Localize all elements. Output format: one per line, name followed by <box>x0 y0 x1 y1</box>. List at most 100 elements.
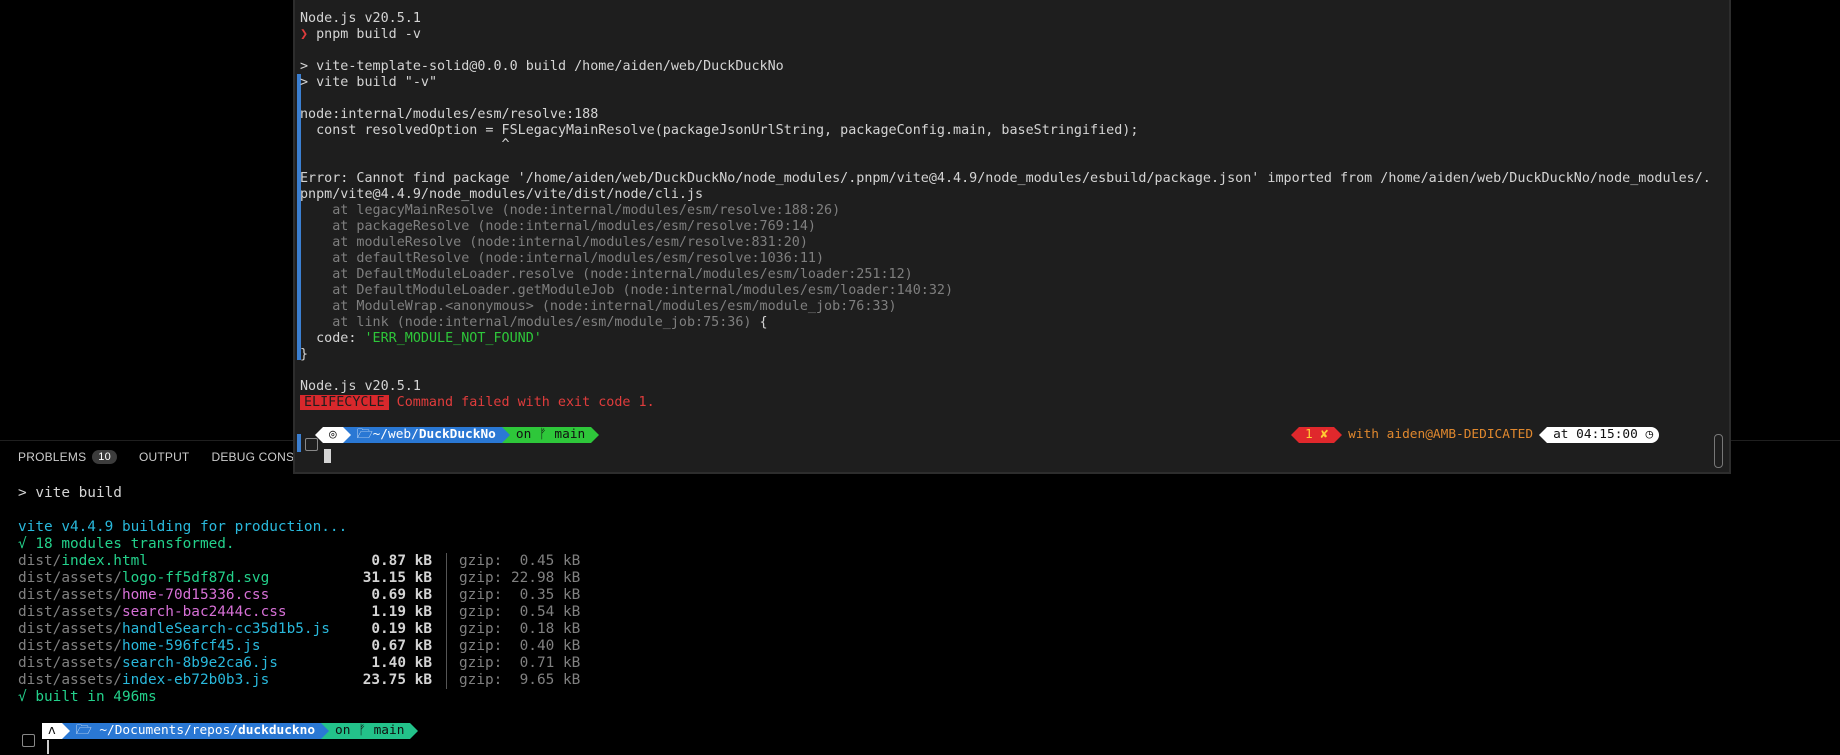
powerline-arrow <box>1539 427 1548 443</box>
code-value: 'ERR_MODULE_NOT_FOUND' <box>364 331 542 346</box>
panel-os-segment: ʌ <box>42 723 62 739</box>
file-name: search-8b9e2ca6.js <box>121 655 278 671</box>
file-path: dist/assets/handleSearch-cc35d1b5.js <box>18 621 336 638</box>
stack-frame: at moduleResolve (node:internal/modules/… <box>300 235 808 250</box>
file-gzip-size: gzip: 0.18 kB <box>459 621 581 637</box>
file-name: index-eb72b0b3.js <box>121 672 270 688</box>
user-host-text: with aiden@AMB-DEDICATED <box>1348 427 1534 442</box>
error-message-line-2: pnpm/vite@4.4.9/node_modules/vite/dist/n… <box>300 187 704 202</box>
panel-text-cursor <box>47 740 49 754</box>
exit-code: 1 <box>1305 427 1313 442</box>
git-branch-icon: ᚠ <box>358 723 366 738</box>
git-on-label: on <box>515 427 532 442</box>
stack-frame: at DefaultModuleLoader.getModuleJob (nod… <box>300 283 954 298</box>
build-file-row: dist/assets/index-eb72b0b3.js 23.75 kB gzi… <box>18 672 580 689</box>
os-icon: ◎ <box>329 427 337 442</box>
file-gzip-size: gzip: 0.35 kB <box>459 587 581 603</box>
file-size: 1.19 kB <box>371 604 432 620</box>
file-path: dist/assets/home-70d15336.css <box>18 587 336 604</box>
script-line-1: > vite-template-solid@0.0.0 build /home/… <box>300 59 784 74</box>
panel-build-line: vite v4.4.9 building for production... <box>18 519 348 535</box>
build-file-row: dist/assets/handleSearch-cc35d1b5.js 0.19… <box>18 621 580 638</box>
file-gzip-size: gzip: 22.98 kB <box>459 570 581 586</box>
file-dir: dist/assets/ <box>18 621 122 637</box>
tab-problems[interactable]: PROBLEMS 10 <box>18 450 117 464</box>
folder-icon: 🗁 <box>356 427 373 442</box>
column-divider <box>446 672 447 689</box>
stack-frame: at defaultResolve (node:internal/modules… <box>300 251 825 266</box>
prompt-chevron-icon: ❯ <box>300 27 309 42</box>
git-on-label: on <box>335 723 351 738</box>
git-branch-name: main <box>373 723 405 738</box>
powerline-arrow <box>61 723 70 739</box>
build-file-row: dist/assets/search-8b9e2ca6.js 1.40 kB gzi… <box>18 655 580 672</box>
file-size: 0.69 kB <box>371 587 432 603</box>
file-path: dist/assets/search-bac2444c.css <box>18 604 336 621</box>
panel-transformed-line: √ 18 modules transformed. <box>18 536 235 552</box>
file-name: search-bac2444c.css <box>121 604 287 620</box>
powerline-arrow <box>501 427 510 443</box>
file-name: home-70d15336.css <box>121 587 270 603</box>
build-file-row: dist/assets/home-70d15336.css 0.69 kB gzip… <box>18 587 580 604</box>
panel-path-segment: 🗁 ~/Documents/repos/duckduckno <box>69 723 322 739</box>
problems-count-badge: 10 <box>92 450 117 464</box>
os-icon: ʌ <box>48 723 56 738</box>
path-prefix: ~/Documents/repos/ <box>99 723 238 738</box>
stack-frame: at link (node:internal/modules/esm/modul… <box>300 315 768 330</box>
column-divider <box>446 638 447 655</box>
file-path: dist/assets/home-596fcf45.js <box>18 638 336 655</box>
file-dir: dist/assets/ <box>18 587 122 603</box>
file-size: 23.75 kB <box>362 672 432 688</box>
terminal-scrollbar[interactable] <box>1714 434 1723 468</box>
column-divider <box>446 553 447 570</box>
elifecycle-message: Command failed with exit code 1. <box>388 395 655 410</box>
terminal-prompt-right: 1 ✘ with aiden@AMB-DEDICATED at 04:15:00… <box>1291 427 1660 443</box>
file-size: 0.87 kB <box>371 553 432 569</box>
error-code-line: code: 'ERR_MODULE_NOT_FOUND' <box>300 331 542 347</box>
panel-command-line: > vite build <box>18 485 122 501</box>
stack-frame: at packageResolve (node:internal/modules… <box>300 219 816 234</box>
file-gzip-size: gzip: 9.65 kB <box>459 672 581 688</box>
prompt-checkbox[interactable] <box>22 734 35 747</box>
git-branch-name: main <box>554 427 586 442</box>
file-gzip-size: gzip: 0.71 kB <box>459 655 581 671</box>
time-text: at 04:15:00 <box>1553 427 1638 442</box>
node-version-line: Node.js v20.5.1 <box>300 11 421 26</box>
stack-frame: at legacyMainResolve (node:internal/modu… <box>300 203 841 218</box>
command-decoration-bar <box>297 434 301 452</box>
path-prefix: ~/web/ <box>372 427 419 442</box>
file-gzip-size: gzip: 0.45 kB <box>459 553 581 569</box>
build-file-row: dist/assets/logo-ff5df87d.svg 31.15 kB gzi… <box>18 570 580 587</box>
time-segment: at 04:15:00 ◷ <box>1547 427 1660 443</box>
panel-built-line: √ built in 496ms <box>18 689 157 705</box>
node-version-line-2: Node.js v20.5.1 <box>300 379 421 394</box>
exit-status-segment: 1 ✘ <box>1299 427 1335 443</box>
build-file-row: dist/index.html 0.87 kB gzip: 0.45 kB <box>18 553 580 570</box>
powerline-arrow <box>342 427 351 443</box>
tab-output[interactable]: OUTPUT <box>139 450 190 464</box>
close-brace-line: } <box>300 347 309 362</box>
tab-output-label: OUTPUT <box>138 450 190 464</box>
path-segment: 🗁 ~/web/DuckDuckNo <box>350 427 502 443</box>
git-segment: on ᚠ main <box>509 427 592 443</box>
command-text: pnpm build -v <box>308 27 421 42</box>
file-dir: dist/assets/ <box>18 672 122 688</box>
powerline-arrow <box>321 723 330 739</box>
stack-frame: at ModuleWrap.<anonymous> (node:internal… <box>300 299 897 314</box>
column-divider <box>446 621 447 638</box>
powerline-arrow <box>1334 427 1343 443</box>
build-output-table: dist/index.html 0.87 kB gzip: 0.45 kB dist/… <box>18 553 580 689</box>
file-gzip-size: gzip: 0.40 kB <box>459 638 581 654</box>
file-gzip-size: gzip: 0.54 kB <box>459 604 581 620</box>
column-divider <box>446 655 447 672</box>
panel-tabs: PROBLEMS 10 OUTPUT DEBUG CONSOLE <box>18 448 319 466</box>
file-dir: dist/assets/ <box>18 604 122 620</box>
tab-problems-label: PROBLEMS <box>18 450 87 464</box>
user-host-segment: with aiden@AMB-DEDICATED <box>1342 427 1539 443</box>
error-message-line-1: Error: Cannot find package '/home/aiden/… <box>300 171 1711 186</box>
build-file-row: dist/assets/home-596fcf45.js 0.67 kB gzip:… <box>18 638 580 655</box>
script-line-2: > vite build "-v" <box>300 75 438 90</box>
file-name: index.html <box>61 553 148 569</box>
floating-terminal-window[interactable]: Node.js v20.5.1 ❯ pnpm build -v > vite-t… <box>293 0 1731 474</box>
file-size: 1.40 kB <box>371 655 432 671</box>
